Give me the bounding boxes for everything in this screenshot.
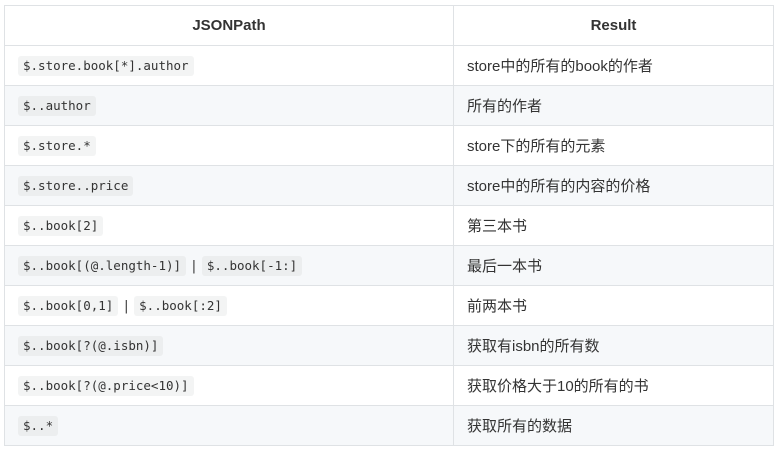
- jsonpath-expression: $..book[(@.length-1)]: [18, 255, 187, 276]
- alternative-separator: |: [122, 298, 131, 314]
- result-cell: 所有的作者: [453, 85, 774, 126]
- result-cell: 获取有isbn的所有数: [453, 325, 774, 366]
- jsonpath-expression: $..book[?(@.price<10)]: [18, 375, 194, 396]
- jsonpath-expression: $..book[2]: [18, 215, 104, 236]
- jsonpath-cell: $..book[2]: [4, 205, 454, 246]
- table-row: $.store.* store下的所有的元素: [4, 125, 774, 166]
- table-row: $..book[?(@.isbn)] 获取有isbn的所有数: [4, 325, 774, 366]
- jsonpath-expression: $..book[?(@.isbn)]: [18, 335, 164, 356]
- result-cell: store中的所有的book的作者: [453, 45, 774, 86]
- jsonpath-cell: $.store.book[*].author: [4, 45, 454, 86]
- jsonpath-cell: $.store..price: [4, 165, 454, 206]
- result-cell: 获取所有的数据: [453, 405, 774, 446]
- alternative-separator: |: [190, 258, 198, 274]
- table-body: $.store.book[*].author store中的所有的book的作者 $…: [4, 45, 774, 446]
- table-row: $..book[(@.length-1)] | $..book[-1:] 最后一本书: [4, 245, 774, 286]
- result-cell: store下的所有的元素: [453, 125, 774, 166]
- jsonpath-expression: $..book[-1:]: [201, 255, 303, 276]
- jsonpath-table: JSONPath Result $.store.book[*].author st…: [4, 5, 774, 446]
- jsonpath-expression: $..book[:2]: [134, 295, 227, 316]
- result-cell: store中的所有的内容的价格: [453, 165, 774, 206]
- jsonpath-expression: $..author: [18, 95, 96, 116]
- jsonpath-cell: $..book[?(@.isbn)]: [4, 325, 454, 366]
- header-result: Result: [453, 5, 774, 46]
- result-cell: 获取价格大于10的所有的书: [453, 365, 774, 406]
- table-row: $.store..price store中的所有的内容的价格: [4, 165, 774, 206]
- jsonpath-cell: $..*: [4, 405, 454, 446]
- result-cell: 前两本书: [453, 285, 774, 326]
- table-header: JSONPath Result: [4, 5, 774, 46]
- jsonpath-expression: $..*: [18, 415, 59, 436]
- header-jsonpath: JSONPath: [4, 5, 454, 46]
- jsonpath-expression: $.store.book[*].author: [18, 55, 194, 76]
- jsonpath-cell: $..author: [4, 85, 454, 126]
- jsonpath-cell: $..book[(@.length-1)] | $..book[-1:]: [4, 245, 454, 286]
- jsonpath-cell: $.store.*: [4, 125, 454, 166]
- table-row: $.store.book[*].author store中的所有的book的作者: [4, 45, 774, 86]
- jsonpath-cell: $..book[?(@.price<10)]: [4, 365, 454, 406]
- result-cell: 最后一本书: [453, 245, 774, 286]
- result-cell: 第三本书: [453, 205, 774, 246]
- table-row: $..* 获取所有的数据: [4, 405, 774, 446]
- table-row: $..book[2] 第三本书: [4, 205, 774, 246]
- table-row: $..book[?(@.price<10)] 获取价格大于10的所有的书: [4, 365, 774, 406]
- table-row: $..author 所有的作者: [4, 85, 774, 126]
- header-row: JSONPath Result: [4, 5, 774, 46]
- jsonpath-cell: $..book[0,1] | $..book[:2]: [4, 285, 454, 326]
- jsonpath-expression: $..book[0,1]: [18, 295, 119, 316]
- jsonpath-expression: $.store..price: [18, 175, 134, 196]
- table-row: $..book[0,1] | $..book[:2] 前两本书: [4, 285, 774, 326]
- jsonpath-expression: $.store.*: [18, 135, 96, 156]
